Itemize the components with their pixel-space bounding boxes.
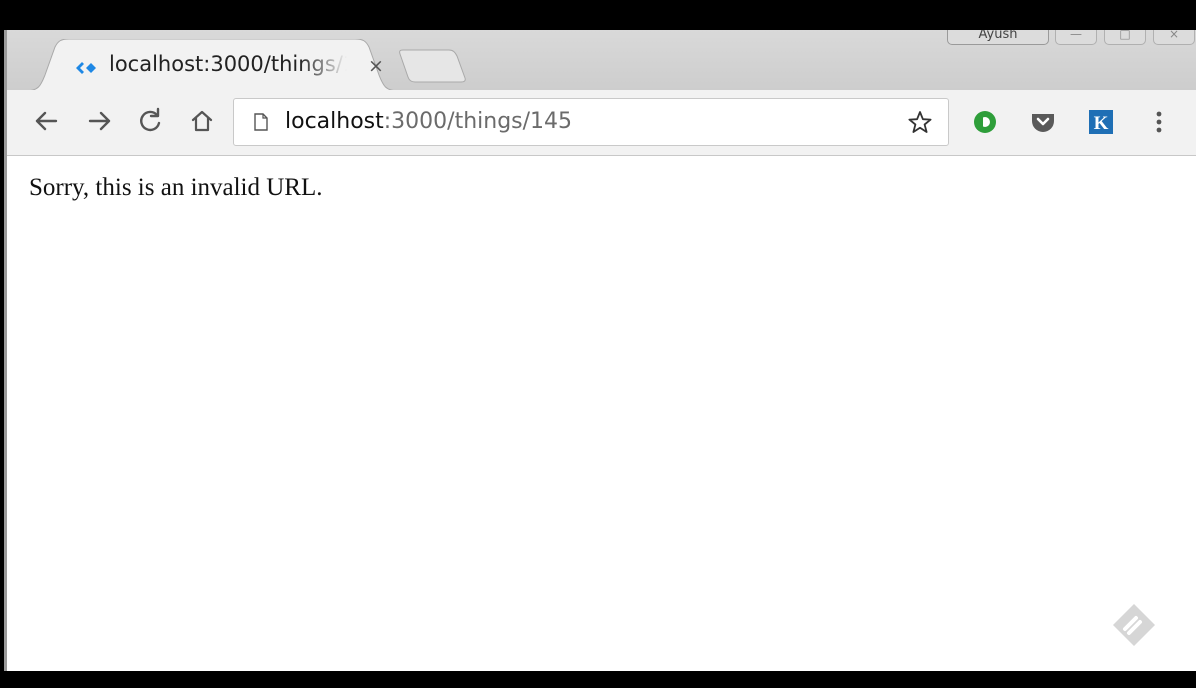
address-bar[interactable]: localhost:3000/things/145 (233, 98, 949, 146)
back-arrow-icon (35, 111, 58, 131)
reload-button[interactable] (133, 104, 167, 138)
back-button[interactable] (29, 104, 63, 138)
tab-active[interactable]: localhost:3000/things/145 × (25, 39, 399, 91)
reload-icon (140, 107, 161, 132)
watermark-logo-icon (1113, 604, 1155, 646)
react-diamond-icon (76, 62, 96, 74)
url-host: localhost (285, 109, 384, 134)
maximize-button[interactable]: □ (1104, 30, 1146, 45)
url-path: :3000/things/145 (383, 109, 573, 134)
minimize-button[interactable]: — (1055, 30, 1097, 45)
error-message: Sorry, this is an invalid URL. (29, 174, 323, 201)
pocket-icon[interactable] (1029, 108, 1057, 136)
more-vert-icon[interactable] (1147, 106, 1171, 138)
tab-close-icon[interactable]: × (365, 55, 387, 77)
tab-title: localhost:3000/things/145 (109, 52, 347, 76)
k-extension-icon[interactable]: K (1087, 108, 1115, 136)
svg-text:K: K (1094, 113, 1109, 134)
page-content: Sorry, this is an invalid URL. (7, 156, 1196, 671)
green-circle-extension-icon[interactable] (971, 108, 999, 136)
star-icon[interactable] (906, 109, 934, 137)
screen-frame: localhost:3000/things/145 × Ayush — □ × (0, 0, 1196, 688)
page-info-icon[interactable] (254, 113, 268, 131)
forward-arrow-icon (88, 111, 111, 131)
url-text[interactable]: localhost:3000/things/145 (285, 109, 572, 134)
new-tab-button[interactable] (399, 48, 469, 84)
browser-toolbar: localhost:3000/things/145 K (7, 90, 1196, 156)
forward-button[interactable] (83, 104, 117, 138)
browser-window: localhost:3000/things/145 × Ayush — □ × (4, 30, 1196, 671)
home-icon (191, 110, 213, 132)
tab-strip: localhost:3000/things/145 × Ayush — □ × (7, 30, 1196, 91)
profile-button[interactable]: Ayush (947, 30, 1049, 45)
home-button[interactable] (185, 104, 219, 138)
close-window-button[interactable]: × (1153, 30, 1195, 45)
